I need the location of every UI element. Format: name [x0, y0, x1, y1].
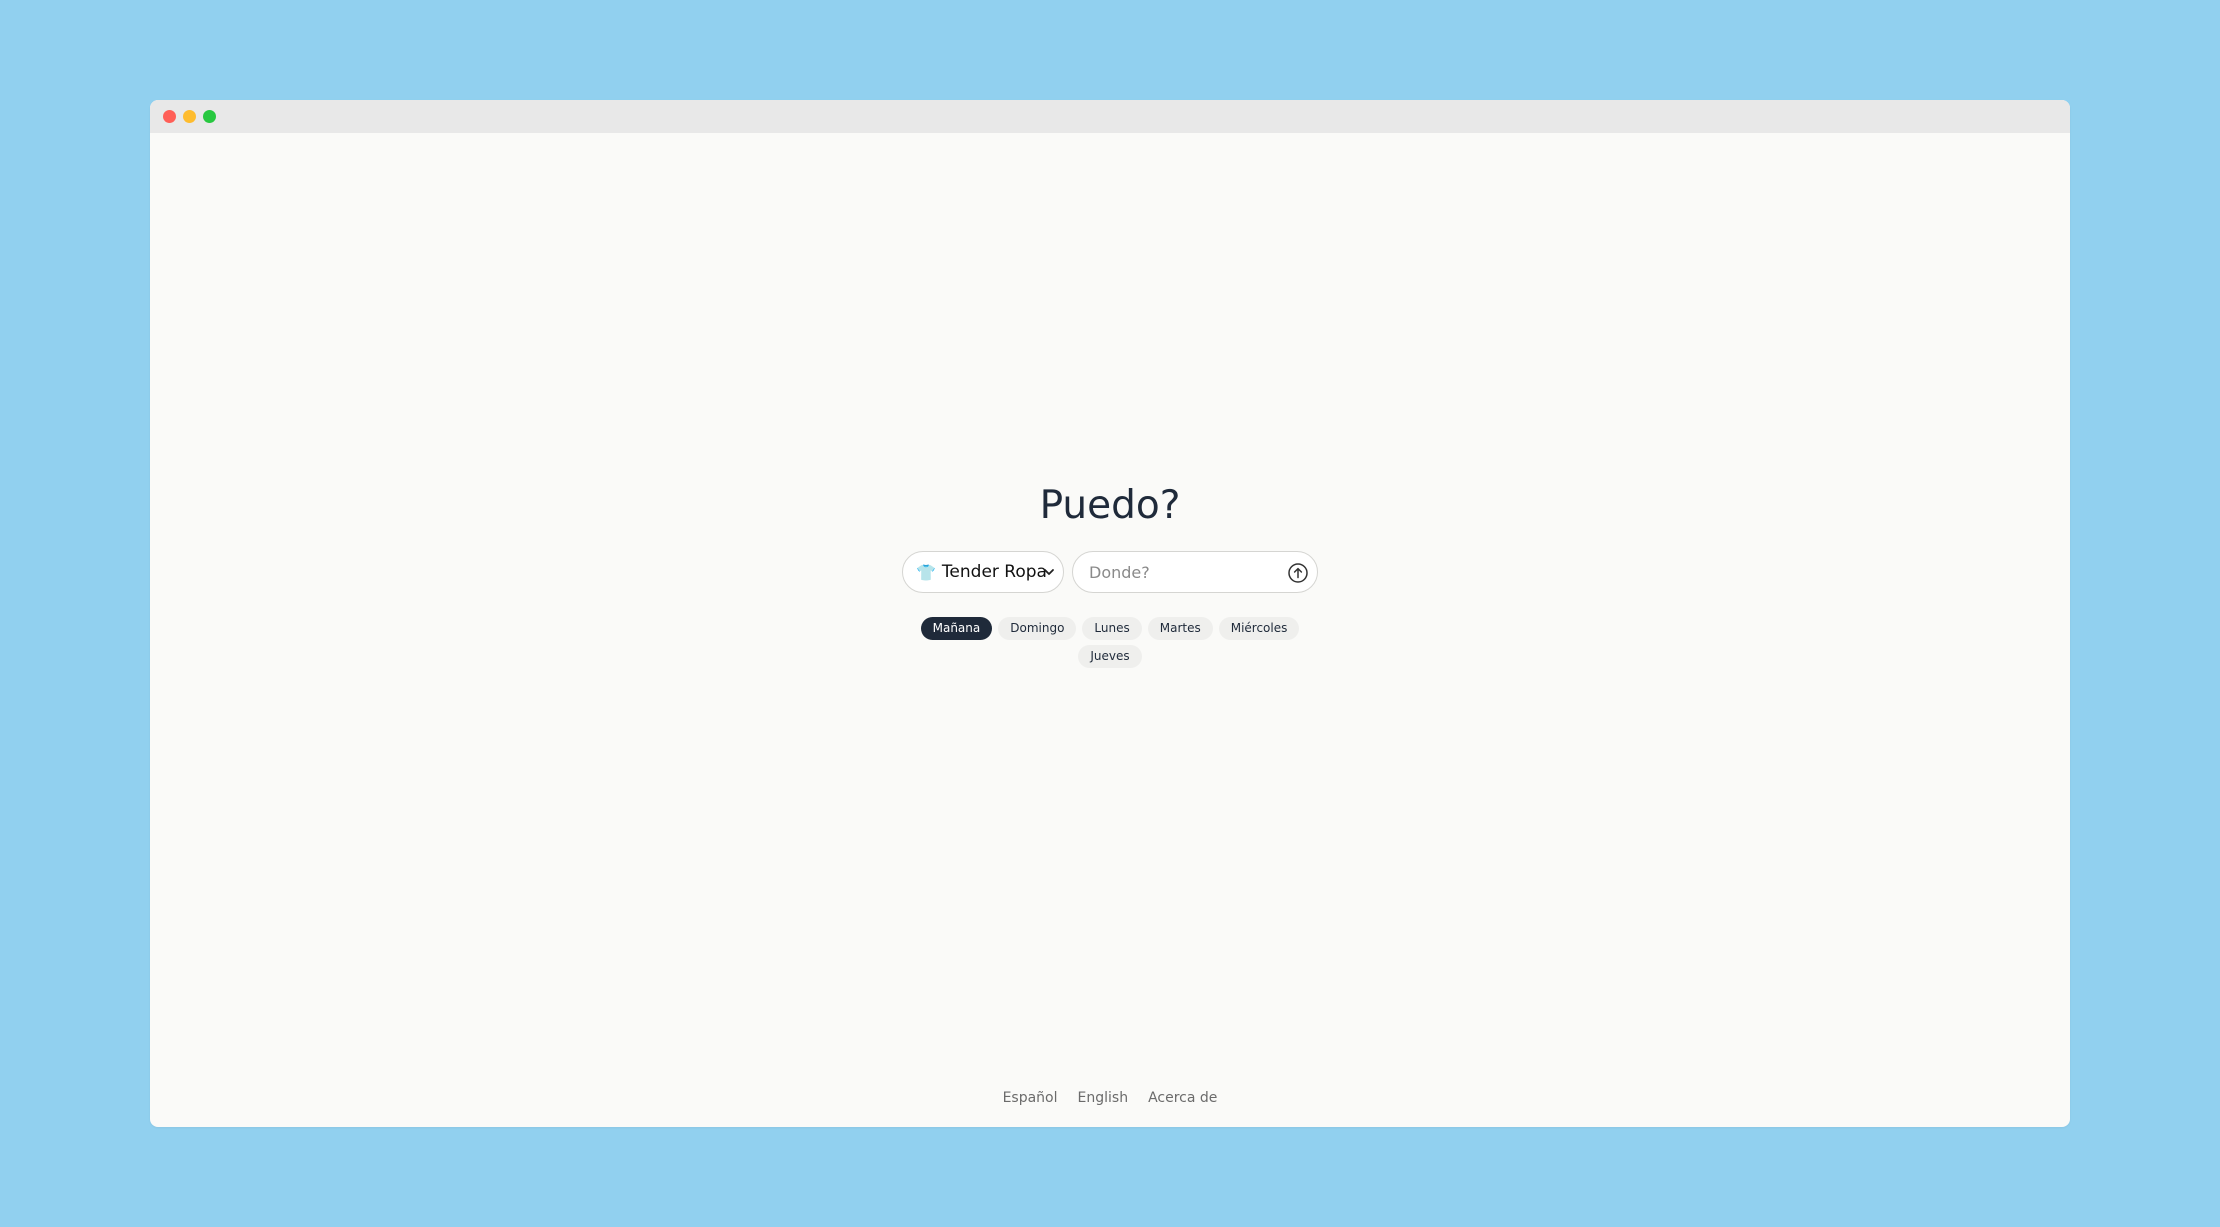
activity-selected-label: Tender Ropa — [941, 562, 1047, 582]
minimize-window-button[interactable] — [183, 110, 196, 123]
day-chip-lunes[interactable]: Lunes — [1082, 617, 1142, 640]
language-link-spanish[interactable]: Español — [1003, 1090, 1058, 1106]
about-link[interactable]: Acerca de — [1148, 1090, 1217, 1106]
day-chips-row: Mañana Domingo Lunes Martes Miércoles — [150, 617, 2070, 640]
chevron-down-icon — [1044, 569, 1054, 575]
day-chips-row-2: Jueves — [150, 645, 2070, 668]
footer-links: Español English Acerca de — [150, 1090, 2070, 1106]
location-field[interactable] — [1072, 551, 1318, 593]
shirt-icon: 👕 — [916, 562, 936, 582]
close-window-button[interactable] — [163, 110, 176, 123]
day-chip-manana[interactable]: Mañana — [920, 617, 993, 640]
window-titlebar — [150, 100, 2070, 133]
day-chip-jueves[interactable]: Jueves — [1078, 645, 1142, 668]
location-input[interactable] — [1089, 552, 1279, 592]
activity-select[interactable]: 👕 Tender Ropa — [902, 551, 1064, 593]
day-chip-miercoles[interactable]: Miércoles — [1218, 617, 1300, 640]
page-title: Puedo? — [1039, 483, 1181, 528]
maximize-window-button[interactable] — [203, 110, 216, 123]
day-chip-domingo[interactable]: Domingo — [998, 617, 1077, 640]
day-chip-martes[interactable]: Martes — [1147, 617, 1213, 640]
browser-window: Puedo? 👕 Tender Ropa Mañana Domingo Lune… — [150, 100, 2070, 1127]
arrow-up-circle-icon[interactable] — [1287, 562, 1309, 584]
page-content: Puedo? 👕 Tender Ropa Mañana Domingo Lune… — [150, 133, 2070, 1127]
language-link-english[interactable]: English — [1078, 1090, 1129, 1106]
